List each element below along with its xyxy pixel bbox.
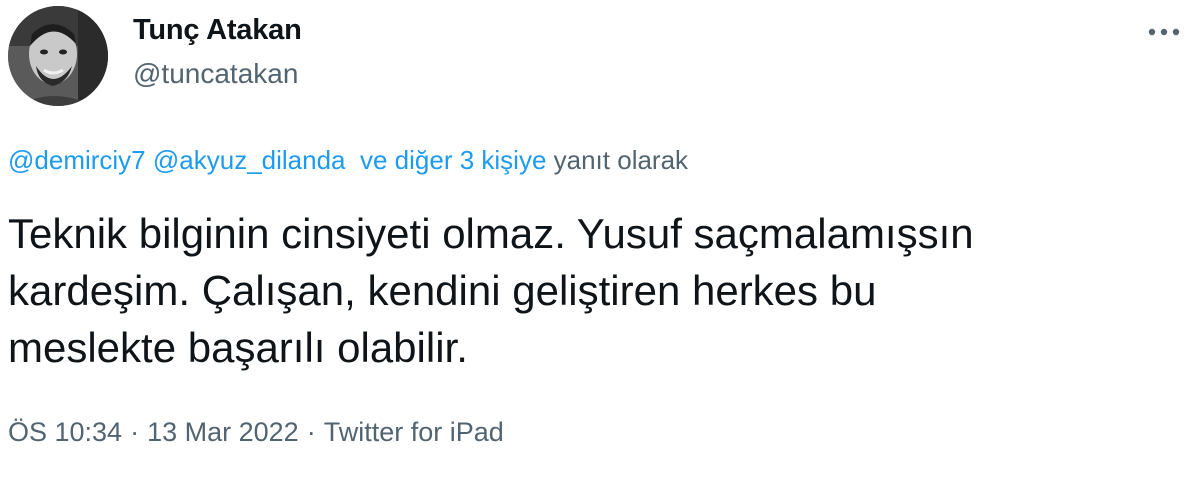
others-link[interactable]: ve diğer 3 kişiye <box>360 145 546 175</box>
reply-context: @demirciy7 @akyuz_dilanda ve diğer 3 kiş… <box>8 145 688 176</box>
profile-photo <box>8 6 108 106</box>
mention-link[interactable]: @demirciy7 <box>8 145 146 175</box>
tweet-line: Teknik bilginin cinsiyeti olmaz. Yusuf s… <box>8 210 974 257</box>
tweet-meta: ÖS 10:34 · 13 Mar 2022 · Twitter for iPad <box>8 417 504 448</box>
tweet-date[interactable]: 13 Mar 2022 <box>147 417 299 447</box>
display-name[interactable]: Tunç Atakan <box>133 14 302 47</box>
tweet-text: Teknik bilginin cinsiyeti olmaz. Yusuf s… <box>8 205 1168 376</box>
separator: · <box>130 417 140 447</box>
user-handle[interactable]: @tuncatakan <box>133 58 298 90</box>
tweet-line: meslekte başarılı olabilir. <box>8 324 468 371</box>
separator: · <box>306 417 316 447</box>
tweet-source[interactable]: Twitter for iPad <box>324 417 504 447</box>
tweet-line: kardeşim. Çalışan, kendini geliştiren he… <box>8 267 877 314</box>
ellipsis-icon <box>1148 28 1180 36</box>
avatar[interactable] <box>8 6 108 106</box>
tweet-time[interactable]: ÖS 10:34 <box>8 417 122 447</box>
more-options-button[interactable] <box>1140 14 1188 50</box>
mention-link[interactable]: @akyuz_dilanda <box>153 145 346 175</box>
reply-suffix: yanıt olarak <box>553 145 689 175</box>
